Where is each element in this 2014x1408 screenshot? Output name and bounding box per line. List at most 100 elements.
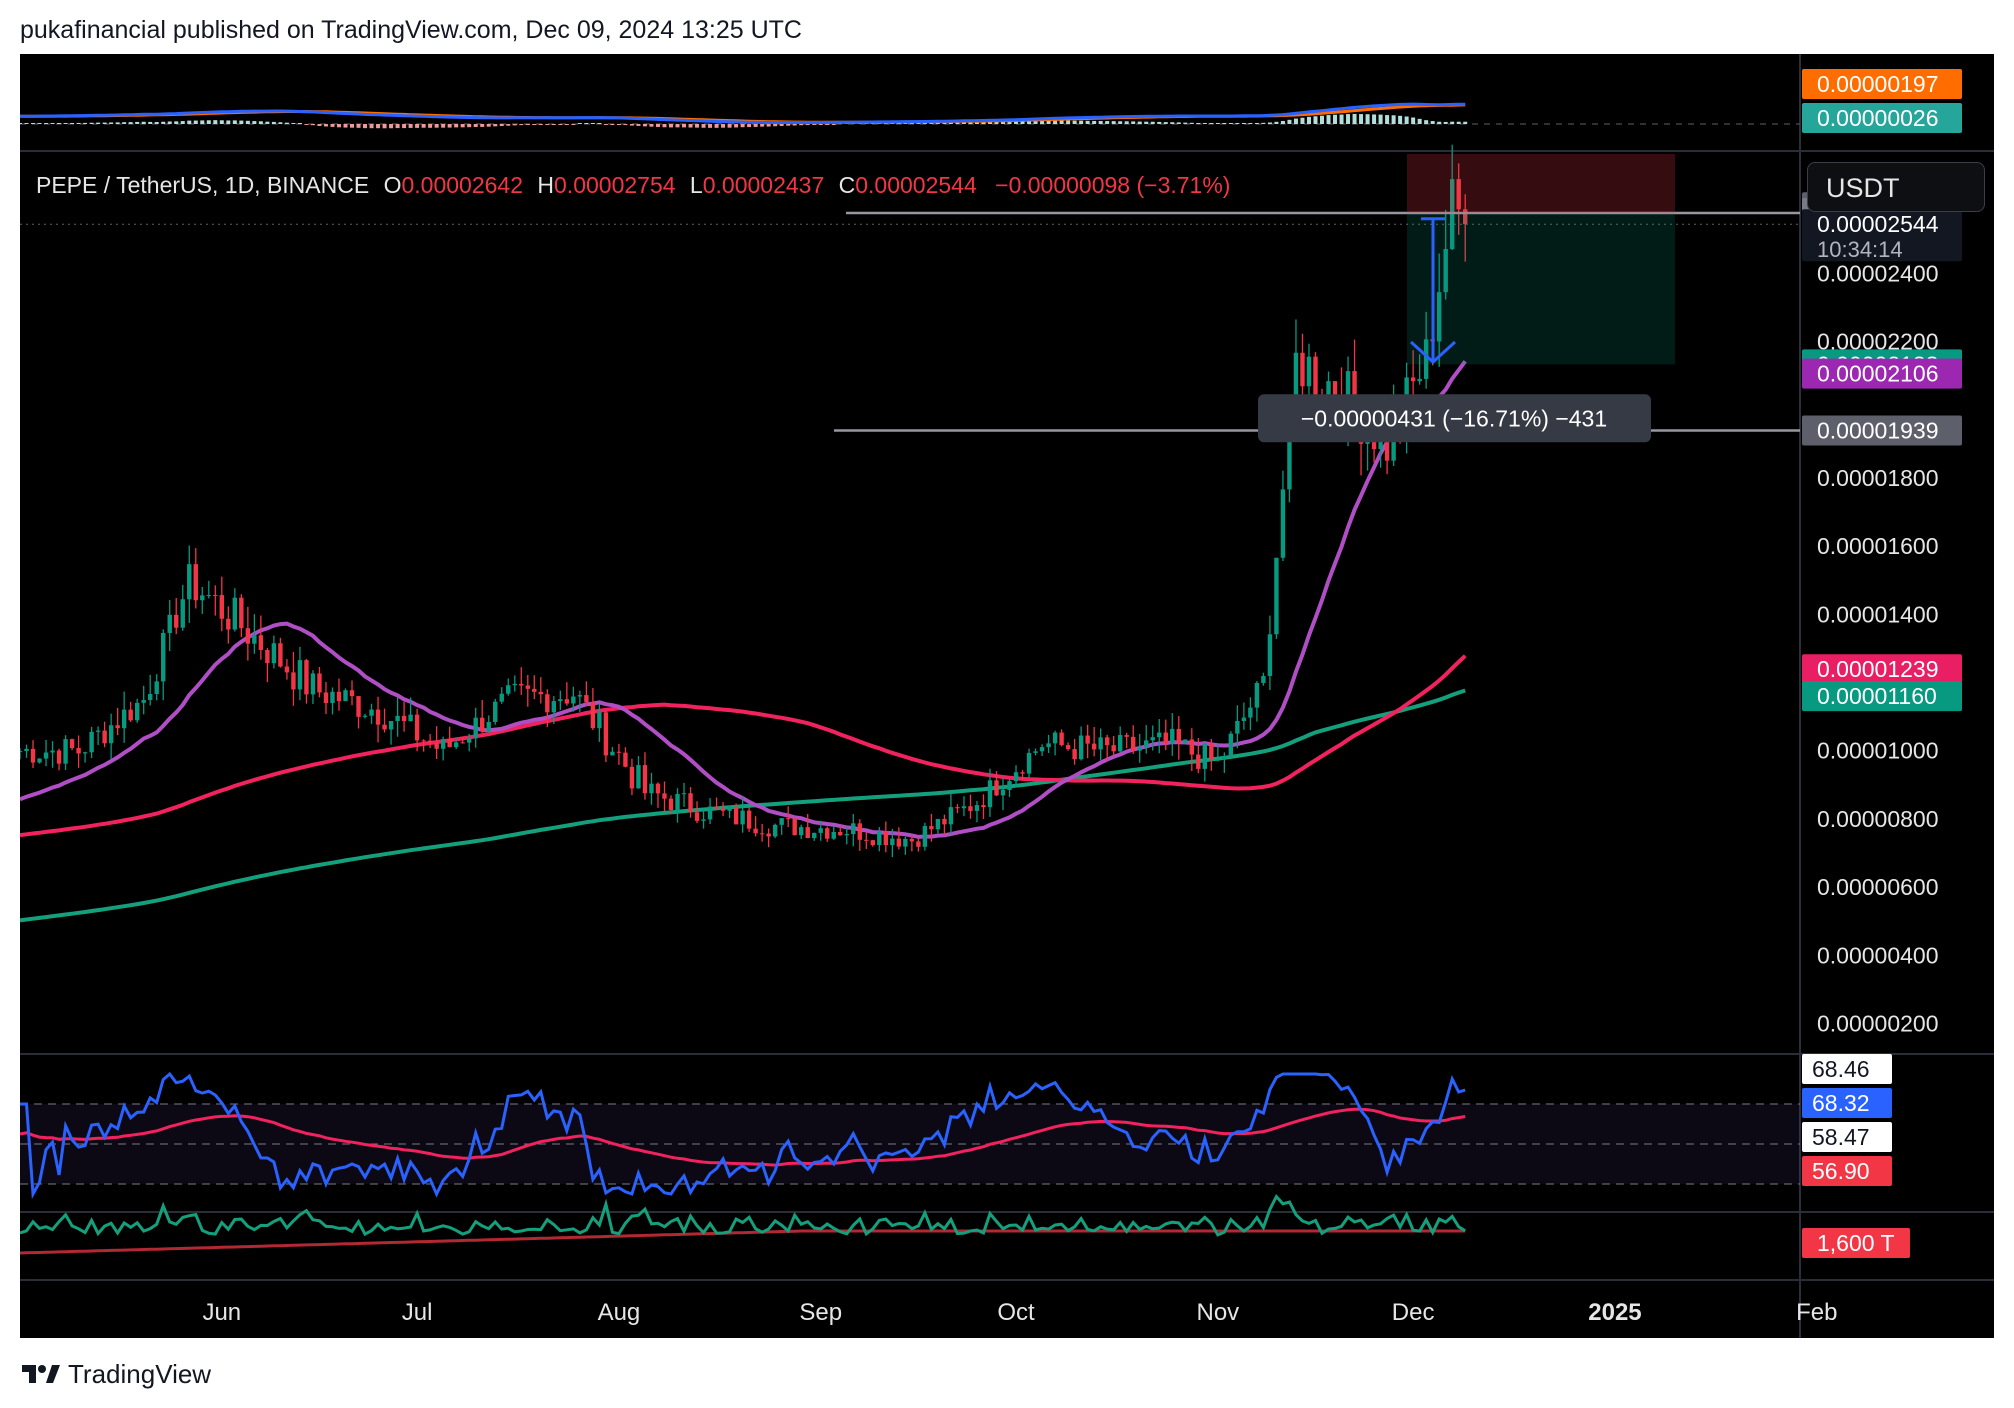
macd-histogram-bar	[109, 122, 114, 124]
macd-histogram-bar	[167, 121, 172, 124]
candle-body	[193, 564, 198, 601]
time-axis-tick: Nov	[1196, 1299, 1239, 1326]
candle-body	[1274, 557, 1279, 635]
candle-body	[948, 807, 954, 825]
macd-histogram-bar	[265, 121, 270, 124]
candle-body	[857, 823, 862, 840]
candle-body	[356, 696, 361, 717]
macd-histogram-bar	[187, 120, 192, 124]
candle-body	[69, 739, 75, 748]
candle-body	[154, 681, 159, 694]
macd-histogram-bar	[460, 124, 465, 128]
rsi-tag-text: 68.32	[1812, 1090, 1870, 1116]
price-axis-tick: 0.00000800	[1817, 806, 1939, 832]
macd-histogram-bar	[1378, 114, 1383, 124]
candle-body	[506, 685, 511, 694]
candle-body	[785, 818, 791, 820]
macd-histogram-bar	[1053, 120, 1058, 124]
macd-histogram-bar	[434, 124, 439, 128]
candle-body	[987, 780, 993, 808]
candle-body	[440, 739, 446, 749]
candle-body	[121, 709, 127, 729]
macd-histogram-bar	[695, 124, 700, 128]
macd-histogram-bar	[232, 120, 237, 124]
macd-histogram-bar	[428, 124, 433, 128]
candle-body	[206, 594, 211, 596]
candle-body	[1196, 754, 1201, 769]
candle-body	[1137, 747, 1142, 751]
candle-body	[330, 691, 335, 704]
macd-histogram-bar	[1293, 118, 1298, 124]
candle-body	[219, 595, 225, 619]
change-value: −0.00000098 (−3.71%)	[995, 172, 1231, 198]
candle-body	[903, 838, 908, 847]
candle-body	[942, 818, 947, 825]
candle-body	[688, 793, 693, 813]
candle-body	[1248, 707, 1253, 718]
macd-histogram-bar	[1105, 121, 1110, 124]
macd-histogram-bar	[818, 124, 823, 125]
symbol-title[interactable]: PEPE / TetherUS, 1D, BINANCE	[36, 172, 369, 198]
candle-body	[512, 683, 517, 686]
macd-histogram-bar	[343, 124, 348, 128]
candle-body	[961, 806, 967, 809]
candle-body	[24, 748, 29, 752]
candle-body	[564, 699, 570, 704]
macd-histogram-bar	[363, 124, 368, 129]
candle-body	[746, 810, 752, 829]
candle-body	[1007, 781, 1012, 790]
macd-histogram-bar	[649, 124, 654, 127]
candle-body	[929, 826, 934, 830]
candle-body	[740, 810, 745, 825]
candle-body	[935, 818, 941, 830]
chart-area[interactable]: −0.00000431 (−16.71%) −431 0.00002400 0.00…	[20, 54, 1994, 1338]
candle-body	[1209, 743, 1214, 760]
currency-selector[interactable]: USDT	[1807, 162, 1985, 212]
rsi-tag-text: 68.46	[1812, 1056, 1870, 1082]
macd-histogram-bar	[551, 124, 556, 125]
candle-body	[922, 826, 928, 847]
low-key: L	[689, 172, 703, 198]
macd-histogram-bar	[805, 124, 810, 126]
candle-body	[1072, 749, 1077, 760]
candle-body	[401, 715, 407, 722]
candle-body	[662, 793, 667, 799]
candle-body	[102, 730, 107, 744]
macd-histogram-bar	[63, 123, 68, 124]
candle-body	[382, 724, 387, 730]
macd-histogram-bar	[1313, 116, 1318, 124]
macd-histogram-bar	[395, 124, 400, 129]
macd-histogram-bar	[1443, 121, 1448, 124]
macd-histogram-bar	[310, 124, 315, 126]
price-axis-tick: 0.00001400	[1817, 601, 1939, 627]
candle-body	[896, 838, 902, 847]
candle-body	[545, 694, 550, 713]
macd-histogram-bar	[252, 121, 257, 124]
candle-body	[597, 712, 602, 729]
macd-histogram-bar	[278, 122, 283, 124]
chart-svg[interactable]: −0.00000431 (−16.71%) −431 0.00002400 0.00…	[20, 54, 1994, 1338]
candle-body	[336, 691, 342, 702]
macd-histogram-bar	[1372, 114, 1377, 124]
candle-body	[727, 806, 732, 811]
tradingview-logo-icon	[22, 1365, 60, 1383]
open-key: O	[383, 172, 402, 198]
candle-body	[1228, 733, 1234, 756]
candle-body	[1157, 732, 1162, 738]
macd-histogram-bar	[616, 124, 621, 125]
macd-histogram-bar	[1359, 114, 1364, 124]
candle-body	[466, 738, 472, 743]
macd-histogram-bar	[200, 120, 205, 124]
macd-histogram-bar	[1157, 121, 1162, 124]
candle-body	[890, 838, 895, 846]
candle-body	[532, 688, 537, 692]
price-tag-text: 0.00002544	[1817, 211, 1939, 237]
macd-histogram-bar	[1261, 122, 1266, 124]
candle-body	[1046, 743, 1051, 748]
candle-body	[284, 666, 290, 673]
macd-histogram-bar	[538, 124, 543, 125]
candle-body	[1241, 717, 1247, 721]
candle-body	[818, 828, 823, 833]
macd-histogram-bar	[369, 124, 374, 129]
candle-body	[1039, 747, 1045, 752]
